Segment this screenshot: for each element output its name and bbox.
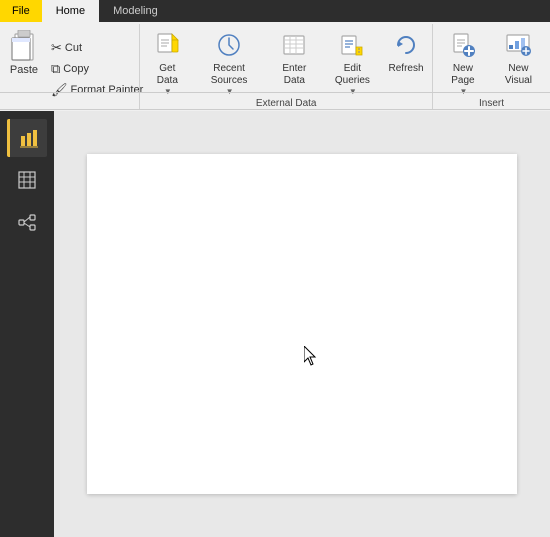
cut-label: Cut	[65, 42, 82, 54]
sidebar-item-report[interactable]	[7, 119, 47, 157]
refresh-button[interactable]: Refresh	[384, 26, 428, 77]
tab-home[interactable]: Home	[42, 0, 99, 22]
paste-button[interactable]: Paste	[4, 28, 44, 78]
sidebar	[0, 111, 54, 537]
get-data-label: Get Data	[149, 63, 185, 87]
tab-bar: File Home Modeling	[0, 0, 550, 22]
insert-row: New Page ▼ New Visual	[437, 26, 546, 98]
new-visual-button[interactable]: New Visual	[491, 26, 546, 89]
ribbon: Paste ✂ Cut ⧉ Copy 🖌 Format Painter	[0, 22, 550, 110]
recent-sources-icon	[213, 29, 245, 61]
new-visual-icon	[502, 29, 534, 61]
format-painter-label: Format Painter	[71, 84, 144, 96]
enter-data-icon	[278, 29, 310, 61]
format-painter-button[interactable]: 🖌 Format Painter	[48, 80, 146, 100]
external-data-group: Get Data ▼ Recent Sources ▼	[140, 24, 433, 109]
new-page-icon	[447, 29, 479, 61]
new-page-label: New Page	[442, 63, 484, 87]
edit-queries-button[interactable]: Edit Queries ▼	[323, 26, 382, 98]
paste-label: Paste	[10, 64, 38, 76]
canvas-area	[54, 111, 550, 537]
sidebar-item-model[interactable]	[7, 203, 47, 241]
main-area	[0, 111, 550, 537]
canvas-page	[87, 154, 517, 494]
enter-data-button[interactable]: Enter Data	[268, 26, 321, 89]
tab-file[interactable]: File	[0, 0, 42, 22]
format-painter-icon: 🖌	[51, 82, 68, 98]
clipboard-right: ✂ Cut ⧉ Copy 🖌 Format Painter	[48, 28, 146, 109]
new-visual-label: New Visual	[496, 63, 541, 87]
new-page-button[interactable]: New Page ▼	[437, 26, 489, 98]
refresh-icon	[390, 29, 422, 61]
cut-icon: ✂	[51, 40, 62, 56]
paste-icon	[8, 30, 40, 64]
copy-button[interactable]: ⧉ Copy	[48, 59, 146, 79]
cut-button[interactable]: ✂ Cut	[48, 38, 146, 58]
get-data-icon	[151, 29, 183, 61]
refresh-label: Refresh	[389, 63, 424, 75]
sidebar-item-data[interactable]	[7, 161, 47, 199]
edit-queries-icon	[336, 29, 368, 61]
enter-data-label: Enter Data	[273, 63, 316, 87]
clipboard-left: Paste	[4, 28, 44, 109]
edit-queries-label: Edit Queries	[328, 63, 377, 87]
external-data-row: Get Data ▼ Recent Sources ▼	[144, 26, 428, 98]
mouse-cursor	[304, 346, 318, 366]
recent-sources-button[interactable]: Recent Sources ▼	[192, 26, 266, 98]
copy-icon: ⧉	[51, 61, 60, 77]
recent-sources-label: Recent Sources	[197, 63, 261, 87]
external-data-group-label: External Data	[144, 98, 428, 112]
clipboard-group: Paste ✂ Cut ⧉ Copy 🖌 Format Painter	[0, 24, 140, 109]
insert-group: New Page ▼ New Visual	[433, 24, 550, 109]
tab-modeling[interactable]: Modeling	[99, 0, 172, 22]
insert-group-label: Insert	[437, 98, 546, 112]
copy-label: Copy	[63, 63, 89, 75]
ribbon-labels-row	[0, 92, 550, 93]
get-data-button[interactable]: Get Data ▼	[144, 26, 190, 98]
